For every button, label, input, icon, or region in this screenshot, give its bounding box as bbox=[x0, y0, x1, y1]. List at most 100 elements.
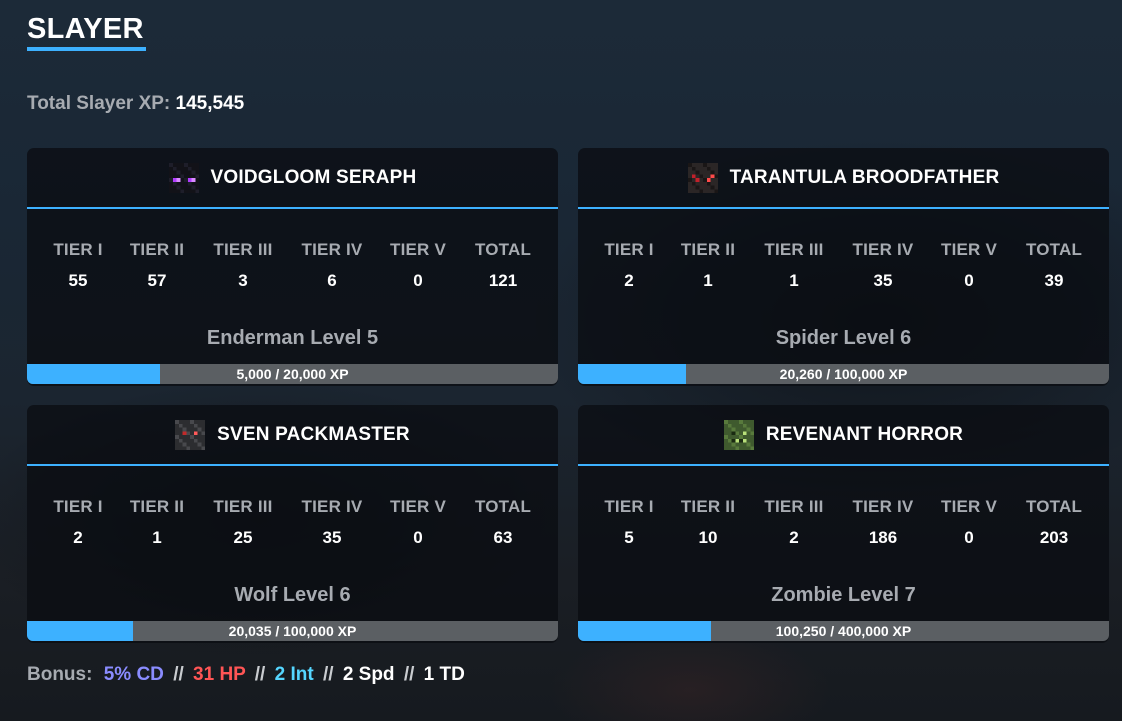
tier-column: TIER III 2 bbox=[754, 497, 834, 548]
tier-column: TIER I 55 bbox=[38, 240, 118, 291]
tier-value: 35 bbox=[873, 271, 893, 290]
tier-value: 186 bbox=[868, 528, 898, 547]
xp-progress-bar: 20,260 / 100,000 XP bbox=[578, 364, 1109, 384]
tier-label: TIER III bbox=[764, 240, 824, 259]
tier-stats: TIER I 5 TIER II 10 TIER III 2 TIER IV 1… bbox=[578, 497, 1109, 557]
tier-label: TIER I bbox=[604, 497, 654, 516]
tier-column: TOTAL 121 bbox=[463, 240, 543, 291]
tier-value: 55 bbox=[68, 271, 88, 290]
slayer-card: REVENANT HORROR TIER I 5 TIER II 10 TIER… bbox=[578, 405, 1109, 643]
tier-label: TIER I bbox=[604, 240, 654, 259]
tier-value: 0 bbox=[964, 271, 974, 290]
tier-label: TOTAL bbox=[1025, 240, 1083, 259]
title-underline bbox=[27, 47, 146, 51]
wolf-head-icon bbox=[175, 419, 206, 450]
tier-value: 10 bbox=[698, 528, 718, 547]
tier-column: TIER V 0 bbox=[378, 240, 458, 291]
slayer-card-header: TARANTULA BROODFATHER bbox=[578, 148, 1109, 209]
tier-value: 3 bbox=[238, 271, 248, 290]
bonus-separator: // bbox=[254, 664, 266, 685]
xp-progress-text: 100,250 / 400,000 XP bbox=[775, 623, 912, 639]
page-title: SLAYER bbox=[27, 13, 144, 45]
tier-column: TIER I 2 bbox=[589, 240, 669, 291]
slayer-card: SVEN PACKMASTER TIER I 2 TIER II 1 TIER … bbox=[27, 405, 558, 643]
tier-value: 25 bbox=[233, 528, 253, 547]
tier-label: TIER IV bbox=[852, 240, 914, 259]
tier-stats: TIER I 2 TIER II 1 TIER III 1 TIER IV 35… bbox=[578, 240, 1109, 300]
tier-value: 63 bbox=[493, 528, 513, 547]
tier-label: TIER IV bbox=[852, 497, 914, 516]
tier-column: TOTAL 203 bbox=[1014, 497, 1094, 548]
tier-label: TIER II bbox=[680, 497, 736, 516]
tier-value: 1 bbox=[703, 271, 713, 290]
total-xp-label: Total Slayer XP: bbox=[27, 93, 171, 114]
tier-value: 2 bbox=[789, 528, 799, 547]
tier-column: TIER II 1 bbox=[668, 240, 748, 291]
tier-value: 203 bbox=[1039, 528, 1069, 547]
tier-column: TIER II 57 bbox=[117, 240, 197, 291]
tier-label: TIER V bbox=[390, 240, 446, 259]
tier-value: 6 bbox=[327, 271, 337, 290]
slayer-card: TARANTULA BROODFATHER TIER I 2 TIER II 1… bbox=[578, 148, 1109, 386]
tier-label: TIER IV bbox=[301, 497, 363, 516]
total-slayer-xp: Total Slayer XP: 145,545 bbox=[27, 93, 244, 115]
slayer-card-header: VOIDGLOOM SERAPH bbox=[27, 148, 558, 209]
tier-value: 0 bbox=[413, 271, 423, 290]
slayer-card-header: SVEN PACKMASTER bbox=[27, 405, 558, 466]
xp-progress-bar: 100,250 / 400,000 XP bbox=[578, 621, 1109, 641]
slayer-name: REVENANT HORROR bbox=[765, 423, 964, 445]
tier-column: TIER III 25 bbox=[203, 497, 283, 548]
bonus-separator: // bbox=[173, 664, 184, 685]
tier-column: TIER IV 6 bbox=[292, 240, 372, 291]
bonus-separator: // bbox=[403, 664, 415, 685]
tier-label: TIER V bbox=[941, 497, 997, 516]
tier-column: TIER II 10 bbox=[668, 497, 748, 548]
tier-stats: TIER I 55 TIER II 57 TIER III 3 TIER IV … bbox=[27, 240, 558, 300]
tier-label: TIER I bbox=[53, 240, 103, 259]
tier-value: 2 bbox=[624, 271, 634, 290]
tier-column: TIER IV 35 bbox=[292, 497, 372, 548]
tier-column: TIER II 1 bbox=[117, 497, 197, 548]
bonus-int: 2 Int bbox=[274, 664, 314, 685]
tier-column: TIER I 2 bbox=[38, 497, 118, 548]
spider-head-icon bbox=[687, 162, 718, 193]
tier-column: TIER III 1 bbox=[754, 240, 834, 291]
slayer-card: VOIDGLOOM SERAPH TIER I 55 TIER II 57 TI… bbox=[27, 148, 558, 386]
bonus-spd: 2 Spd bbox=[342, 664, 395, 685]
tier-column: TOTAL 63 bbox=[463, 497, 543, 548]
xp-progress-text: 20,035 / 100,000 XP bbox=[228, 623, 357, 639]
tier-value: 39 bbox=[1044, 271, 1064, 290]
slayer-name: SVEN PACKMASTER bbox=[217, 423, 410, 445]
xp-progress-bar: 20,035 / 100,000 XP bbox=[27, 621, 558, 641]
slayer-card-header: REVENANT HORROR bbox=[578, 405, 1109, 466]
tier-label: TOTAL bbox=[474, 240, 532, 259]
slayer-level: Zombie Level 7 bbox=[771, 584, 916, 606]
slayer-level: Spider Level 6 bbox=[775, 327, 912, 349]
tier-value: 121 bbox=[488, 271, 518, 290]
tier-value: 2 bbox=[73, 528, 83, 547]
bonus-td: 1 TD bbox=[423, 664, 465, 685]
tier-value: 1 bbox=[789, 271, 799, 290]
tier-value: 1 bbox=[152, 528, 162, 547]
bonus-line: Bonus: 5% CD // 31 HP // 2 Int // 2 Spd … bbox=[27, 664, 465, 686]
bonus-label: Bonus: bbox=[27, 664, 93, 685]
tier-column: TOTAL 39 bbox=[1014, 240, 1094, 291]
tier-column: TIER III 3 bbox=[203, 240, 283, 291]
tier-label: TIER III bbox=[764, 497, 824, 516]
tier-column: TIER I 5 bbox=[589, 497, 669, 548]
slayer-name: VOIDGLOOM SERAPH bbox=[210, 166, 417, 188]
tier-label: TOTAL bbox=[1025, 497, 1083, 516]
tier-value: 35 bbox=[322, 528, 342, 547]
bonus-separator: // bbox=[322, 664, 334, 685]
slayer-level: Wolf Level 6 bbox=[234, 584, 351, 606]
xp-progress-bar: 5,000 / 20,000 XP bbox=[27, 364, 558, 384]
tier-value: 57 bbox=[147, 271, 167, 290]
tier-label: TIER II bbox=[129, 497, 185, 516]
tier-column: TIER IV 186 bbox=[843, 497, 923, 548]
tier-label: TIER II bbox=[680, 240, 736, 259]
zombie-head-icon bbox=[723, 419, 754, 450]
tier-stats: TIER I 2 TIER II 1 TIER III 25 TIER IV 3… bbox=[27, 497, 558, 557]
total-xp-value: 145,545 bbox=[175, 93, 245, 114]
slayer-level: Enderman Level 5 bbox=[206, 327, 379, 349]
xp-progress-text: 5,000 / 20,000 XP bbox=[236, 366, 349, 382]
